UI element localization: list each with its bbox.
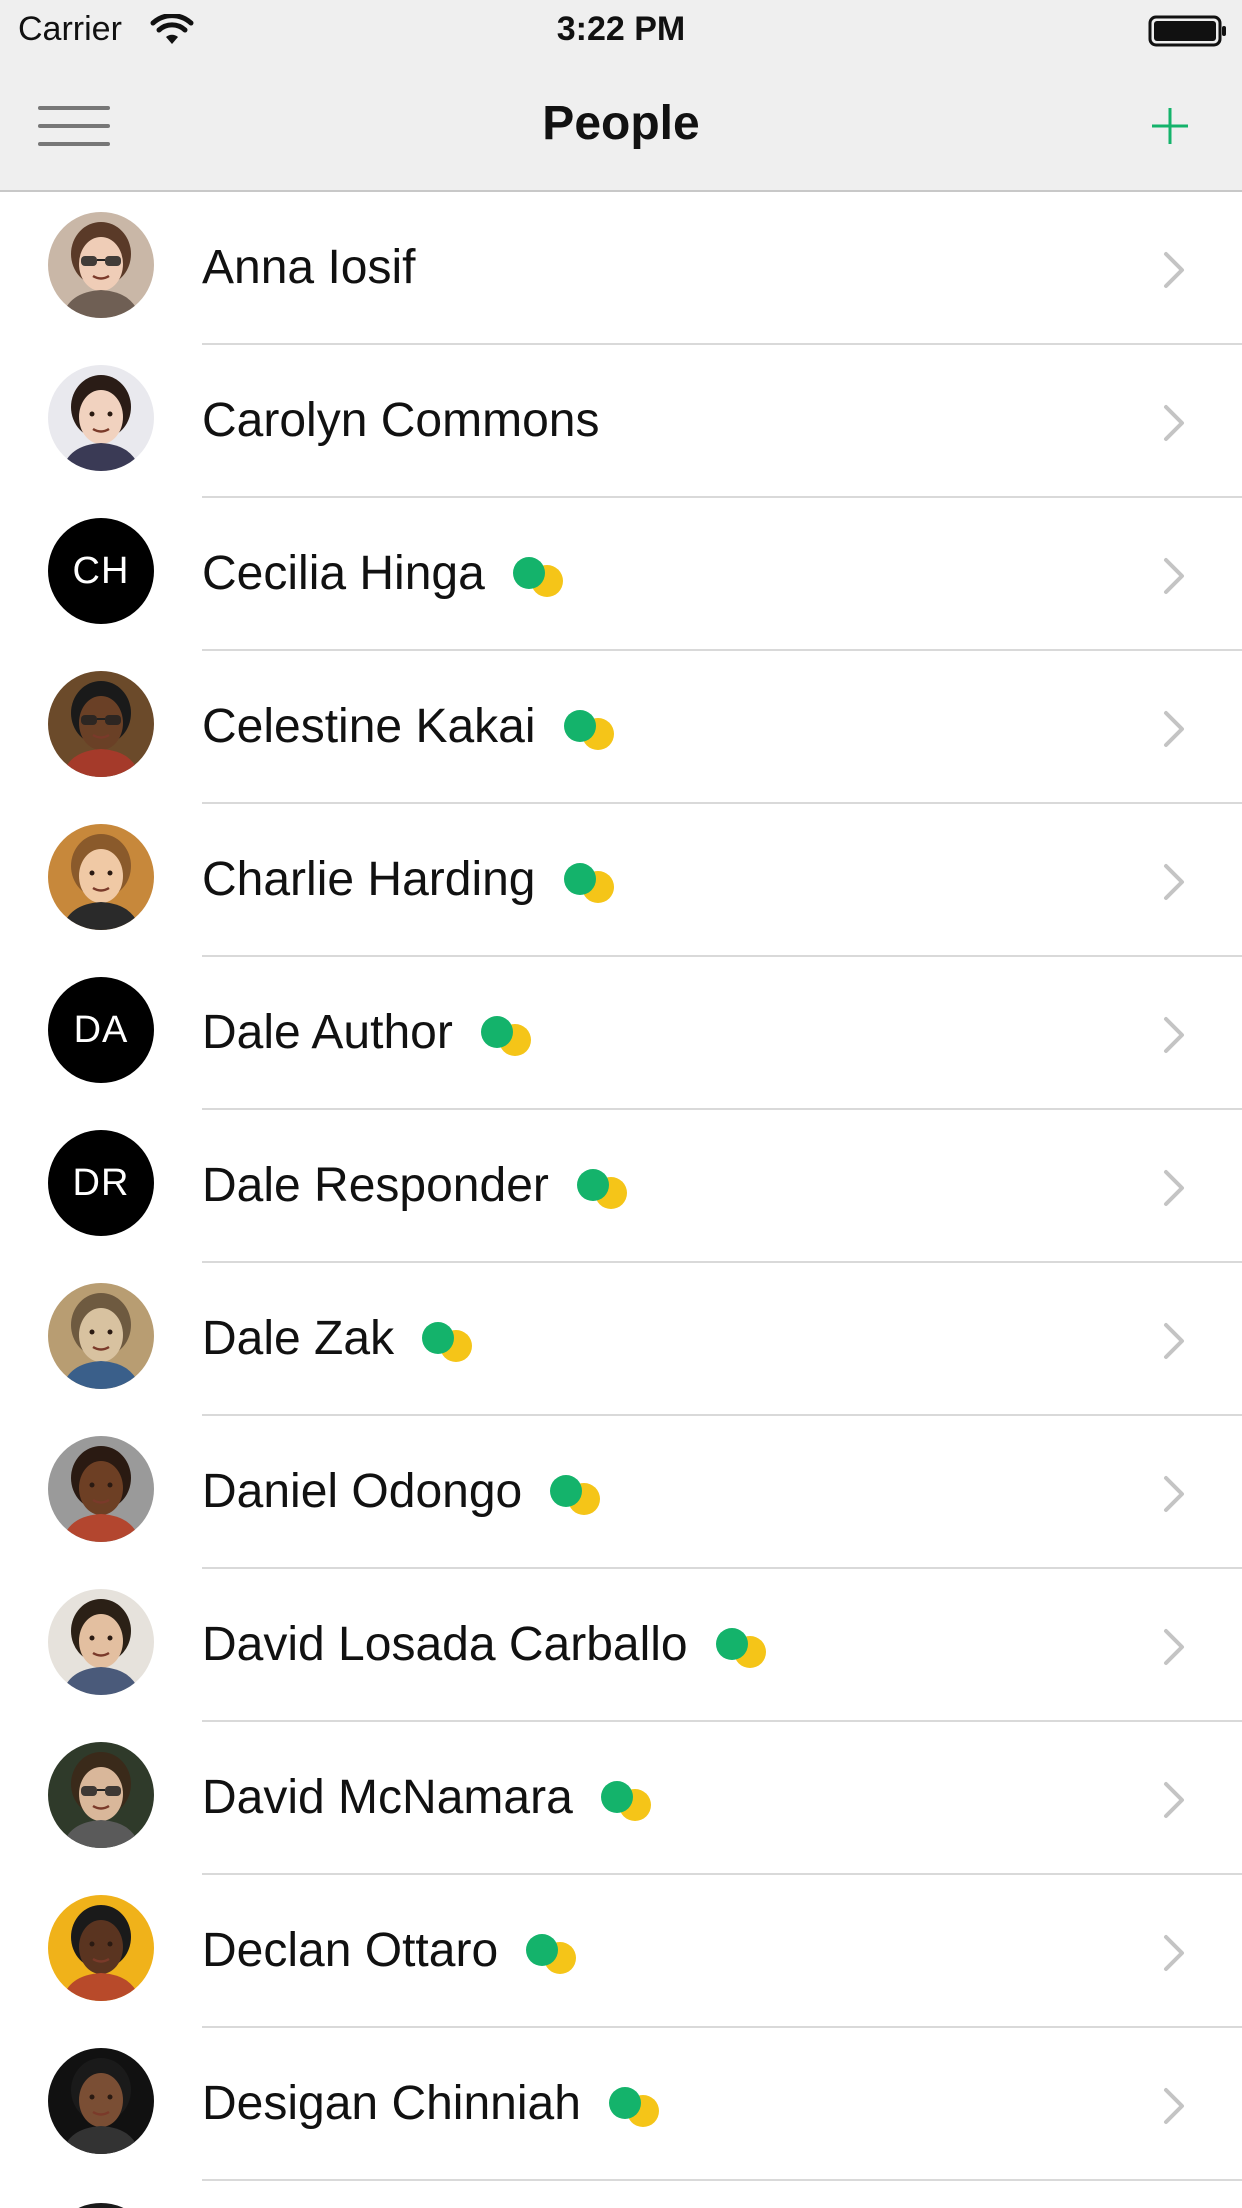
- person-name: Dale Author: [202, 1005, 453, 1059]
- avatar: [48, 1742, 154, 1848]
- status-bar: Carrier 3:22 PM: [0, 0, 1242, 60]
- chevron-right-icon: [1164, 864, 1184, 900]
- list-item[interactable]: Desigan Chinniah: [0, 2028, 1242, 2181]
- status-time: 3:22 PM: [556, 10, 686, 48]
- battery-icon: [1148, 15, 1226, 47]
- person-name: David McNamara: [202, 1770, 573, 1824]
- presence-status-icon: [550, 1471, 606, 1515]
- chevron-right-icon: [1164, 1782, 1184, 1818]
- avatar: [48, 2203, 154, 2208]
- add-person-plus-icon[interactable]: [1150, 106, 1190, 146]
- avatar: [48, 671, 154, 777]
- presence-status-icon: [422, 1318, 478, 1362]
- person-name: David Losada Carballo: [202, 1617, 688, 1671]
- chevron-right-icon: [1164, 1629, 1184, 1665]
- list-item[interactable]: Declan Ottaro: [0, 1875, 1242, 2028]
- presence-status-icon: [576, 1165, 633, 1209]
- chevron-right-icon: [1164, 405, 1184, 441]
- avatar: [48, 1283, 154, 1389]
- presence-status-icon: [526, 1930, 582, 1974]
- avatar-initials: DR: [72, 1161, 130, 1204]
- list-item[interactable]: Carolyn Commons: [0, 345, 1242, 498]
- list-item[interactable]: Daniel Odongo: [0, 1416, 1242, 1569]
- avatar: [48, 1589, 154, 1695]
- chevron-right-icon: [1164, 1935, 1184, 1971]
- presence-status-icon: [512, 553, 569, 597]
- avatar: DR: [48, 1130, 154, 1236]
- list-item[interactable]: David McNamara: [0, 1722, 1242, 1875]
- list-item[interactable]: DA Dale Author: [0, 957, 1242, 1110]
- chevron-right-icon: [1164, 1170, 1184, 1206]
- people-list: Anna Iosif Carolyn Commons CH Cecilia Hinga…: [0, 192, 1242, 2208]
- avatar: [48, 824, 154, 930]
- chevron-right-icon: [1164, 1323, 1184, 1359]
- list-item[interactable]: Anna Iosif: [0, 192, 1242, 345]
- list-item[interactable]: David Losada Carballo: [0, 1569, 1242, 1722]
- list-item[interactable]: Charlie Harding: [0, 804, 1242, 957]
- presence-status-icon: [715, 1624, 772, 1668]
- list-item[interactable]: Celestine Kakai: [0, 651, 1242, 804]
- person-name: Daniel Odongo: [202, 1464, 523, 1518]
- presence-status-icon: [608, 2083, 665, 2127]
- list-item[interactable]: CH Cecilia Hinga: [0, 498, 1242, 651]
- person-name: Charlie Harding: [202, 852, 536, 906]
- chevron-right-icon: [1164, 711, 1184, 747]
- avatar: [48, 2048, 154, 2154]
- person-name: Celestine Kakai: [202, 699, 536, 753]
- avatar: [48, 212, 154, 318]
- avatar-initials: CH: [72, 549, 130, 592]
- chevron-right-icon: [1164, 1017, 1184, 1053]
- page-title: People: [542, 97, 700, 150]
- person-name: Cecilia Hinga: [202, 546, 485, 600]
- presence-status-icon: [563, 859, 620, 903]
- presence-status-icon: [563, 706, 620, 750]
- list-item[interactable]: Dale Zak: [0, 1263, 1242, 1416]
- chevron-right-icon: [1164, 1476, 1184, 1512]
- person-name: Anna Iosif: [202, 240, 416, 294]
- presence-status-icon: [480, 1012, 537, 1056]
- list-item-partial[interactable]: [0, 2181, 1242, 2208]
- list-item[interactable]: DR Dale Responder: [0, 1110, 1242, 1263]
- person-name: Dale Zak: [202, 1311, 395, 1365]
- person-name: Carolyn Commons: [202, 393, 600, 447]
- avatar: [48, 1436, 154, 1542]
- chevron-right-icon: [1164, 2088, 1184, 2124]
- chevron-right-icon: [1164, 252, 1184, 288]
- avatar-initials: DA: [73, 1008, 129, 1051]
- chevron-right-icon: [1164, 558, 1184, 594]
- person-name: Declan Ottaro: [202, 1923, 499, 1977]
- avatar: [48, 1895, 154, 2001]
- person-name: Dale Responder: [202, 1158, 549, 1212]
- avatar: [48, 365, 154, 471]
- avatar: CH: [48, 518, 154, 624]
- navigation-bar: People: [0, 60, 1242, 192]
- avatar: DA: [48, 977, 154, 1083]
- presence-status-icon: [600, 1777, 657, 1821]
- person-name: Desigan Chinniah: [202, 2076, 581, 2130]
